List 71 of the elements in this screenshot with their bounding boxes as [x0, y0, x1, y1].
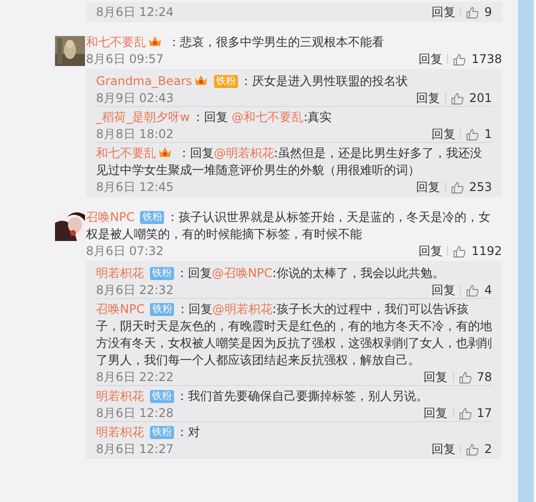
like-count: 78 [476, 369, 492, 385]
timestamp: 8月6日 22:22 [96, 369, 174, 385]
like-count: 2 [484, 441, 492, 457]
crown-icon [148, 35, 162, 47]
reply-link[interactable]: 回复 [424, 405, 448, 421]
fan-badge: 铁粉 [150, 303, 174, 316]
like-count: 201 [469, 90, 492, 106]
reply-link[interactable]: 回复 [431, 441, 456, 457]
username-link[interactable]: _稻荷_是朝夕呀w [96, 110, 190, 124]
comment-text: _稻荷_是朝夕呀w ：回复 @和七不要乱:真实 [96, 109, 333, 126]
comment-text: Grandma_Bears 铁粉 ：厌女是进入男性联盟的投名状 [96, 73, 409, 90]
like-count: 9 [484, 4, 492, 20]
thumbs-up-icon[interactable] [453, 52, 466, 66]
comment-text: 和七不要乱 ：回复@明若枳花:虽然但是，还是比男生好多了，我还没见过中学女生聚成一堆随意评价男生的外貌（用很难听的词） [96, 145, 483, 179]
like-count: 253 [469, 179, 492, 195]
timestamp: 8月6日 09:57 [86, 51, 164, 67]
timestamp: 8月6日 12:27 [96, 441, 174, 457]
comment-text: 明若枳花 铁粉 ：对 [96, 424, 201, 441]
fan-badge: 铁粉 [150, 390, 174, 403]
timestamp: 8月6日 07:32 [86, 243, 164, 259]
comment-text: 召唤NPC 铁粉 ：回复@明若枳花:孩子长大的过程中，我们可以告诉孩子，阴天时天是灰色的，有晚霞时天是红色的，有的地方冬天不冷，有的地方没有冬天，女权被人嘲笑是因为反抗了强权，这强权剥削了女人，也剥削了男人，我们每一个人都应该团结起来反抗强权，解放自己。 [96, 301, 492, 369]
thumbs-up-icon[interactable] [466, 442, 480, 456]
like-count: 1192 [471, 243, 502, 259]
thumbs-up-icon[interactable] [466, 284, 480, 296]
mention-link[interactable]: @和七不要乱 [232, 110, 304, 124]
fan-badge: 铁粉 [150, 426, 174, 439]
comment-text: 明若枳花 铁粉 ：回复@召唤NPC:你说的太棒了，我会以此共勉。 [96, 265, 446, 282]
reply-link[interactable]: 回复 [416, 179, 440, 195]
timestamp: 8月6日 12:24 [96, 4, 174, 20]
username-link[interactable]: Grandma_Bears [96, 74, 192, 88]
thumbs-up-icon[interactable] [466, 128, 480, 140]
thumbs-up-icon[interactable] [451, 92, 464, 104]
username-link[interactable]: 召唤NPC [96, 302, 145, 316]
timestamp: 8月6日 22:32 [96, 282, 174, 298]
comment-text: 和七不要乱 ：悲哀，很多中学男生的三观根本不能看 [86, 34, 385, 51]
mention-link[interactable]: @明若枳花 [212, 302, 272, 316]
like-count: 17 [476, 405, 492, 421]
thumbs-up-icon[interactable] [453, 244, 466, 258]
fan-badge: 铁粉 [150, 267, 174, 280]
timestamp: 8月9日 02:43 [96, 90, 174, 106]
thumbs-up-icon[interactable] [458, 370, 472, 384]
reply-link[interactable]: 回复 [418, 243, 442, 259]
thumbs-up-icon[interactable] [458, 406, 472, 420]
comment-text: 召唤NPC 铁粉 ：孩子认识世界就是从标签开始，天是蓝的，冬天是冷的，女权是被人嘲笑的，有的时候能摘下标签，有时候不能 [86, 209, 492, 243]
comment-text: 明若枳花 铁粉 ：我们首先要确保自己要撕掉标签，别人另说。 [96, 388, 429, 405]
timestamp: 8月8日 18:02 [96, 126, 174, 142]
timestamp: 8月6日 12:28 [96, 405, 174, 421]
username-link[interactable]: 明若枳花 [96, 425, 144, 439]
timestamp: 8月6日 12:45 [96, 179, 174, 195]
reply-link[interactable]: 回复 [424, 369, 448, 385]
reply-link[interactable]: 回复 [418, 51, 442, 67]
reply-link[interactable]: 回复 [431, 4, 456, 20]
fan-badge: 铁粉 [214, 75, 238, 88]
username-link[interactable]: 明若枳花 [96, 266, 144, 280]
username-link[interactable]: 和七不要乱 [86, 35, 146, 49]
mention-link[interactable]: @召唤NPC [212, 266, 272, 280]
like-count: 1738 [471, 51, 502, 67]
like-count: 4 [484, 282, 492, 298]
crown-icon [158, 146, 172, 158]
crown-icon [194, 74, 208, 86]
reply-link[interactable]: 回复 [431, 282, 456, 298]
like-count: 1 [484, 126, 492, 142]
thumbs-up-icon[interactable] [466, 6, 480, 18]
username-link[interactable]: 明若枳花 [96, 389, 144, 403]
username-link[interactable]: 和七不要乱 [96, 146, 156, 160]
username-link[interactable]: 召唤NPC [86, 210, 135, 224]
fan-badge: 铁粉 [140, 211, 164, 224]
mention-link[interactable]: @明若枳花 [214, 146, 274, 160]
reply-link[interactable]: 回复 [431, 126, 456, 142]
reply-link[interactable]: 回复 [416, 90, 440, 106]
thumbs-up-icon[interactable] [451, 180, 464, 194]
